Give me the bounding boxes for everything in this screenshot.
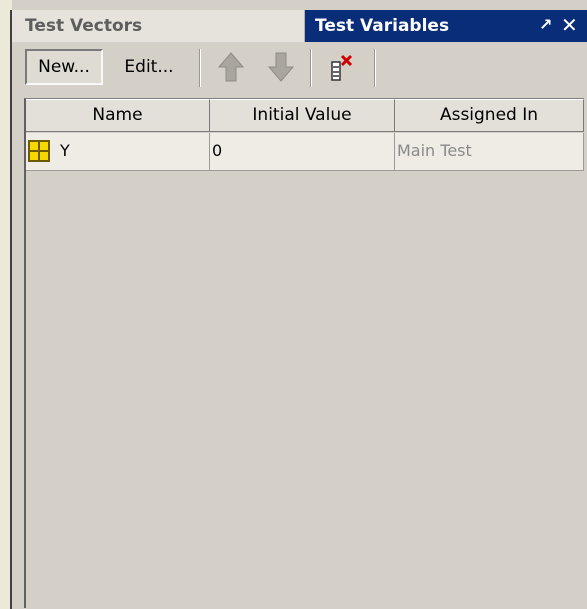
column-header-initial-value[interactable]: Initial Value <box>210 99 395 132</box>
left-frame <box>0 0 12 609</box>
frame-edge <box>10 10 12 609</box>
column-header-name[interactable]: Name <box>26 99 210 132</box>
close-icon[interactable]: ✕ <box>561 13 578 37</box>
table-row[interactable]: Y <box>26 133 210 171</box>
toolbar-separator <box>374 49 376 87</box>
toolbar-separator <box>199 49 201 87</box>
edit-button[interactable]: Edit... <box>107 49 191 85</box>
pin-icon[interactable]: ↗ <box>539 15 552 34</box>
tab-test-vectors-label: Test Vectors <box>25 16 143 36</box>
cell-initial-value[interactable]: 0 <box>210 133 395 171</box>
down-arrow-icon[interactable] <box>266 50 296 84</box>
cell-assigned-in: Main Test <box>395 133 584 171</box>
new-button[interactable]: New... <box>25 49 103 85</box>
up-arrow-icon[interactable] <box>216 50 246 84</box>
delete-variable-icon[interactable] <box>329 50 359 84</box>
tab-test-variables[interactable]: Test Variables ↗ ✕ <box>305 10 587 42</box>
variable-name: Y <box>60 141 70 160</box>
toolbar-separator <box>310 49 312 87</box>
tab-test-variables-label: Test Variables <box>315 16 450 36</box>
test-variables-panel: Test Vectors Test Variables ↗ ✕ New... E… <box>0 0 587 609</box>
tab-strip: Test Vectors Test Variables ↗ ✕ <box>12 10 587 42</box>
column-header-assigned-in[interactable]: Assigned In <box>395 99 584 132</box>
variables-table: Name Initial Value Assigned In Y 0 Main … <box>24 98 584 608</box>
toolbar: New... Edit... <box>12 42 587 96</box>
variable-grid-icon <box>28 140 50 162</box>
tab-test-vectors[interactable]: Test Vectors <box>12 10 305 42</box>
